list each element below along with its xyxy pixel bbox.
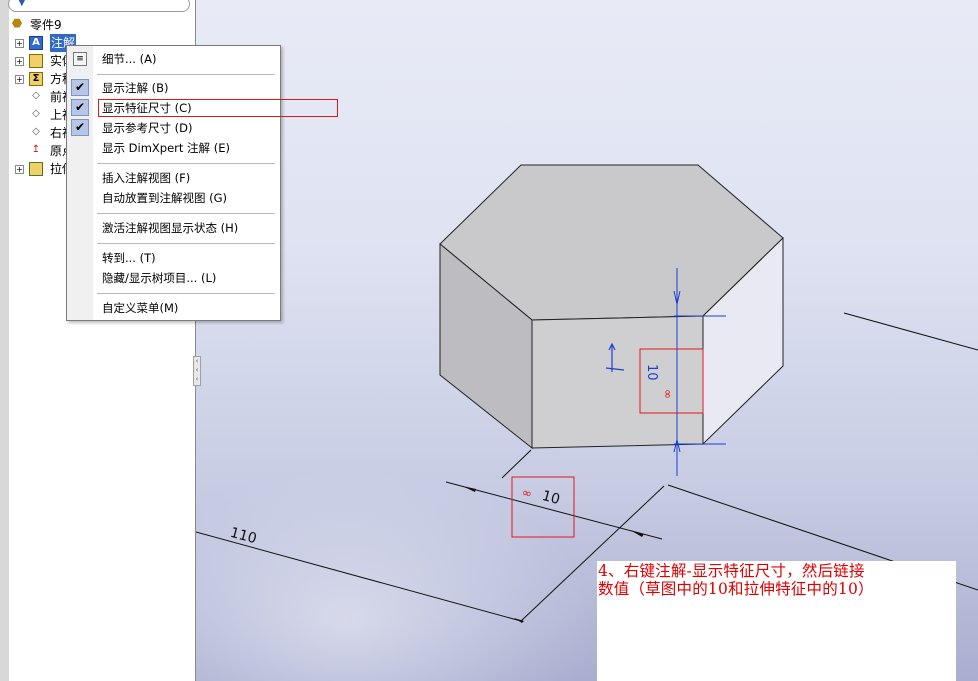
menu-item-details[interactable]: ≡ 细节... (A) <box>67 49 280 69</box>
origin-icon: ↥ <box>31 144 41 155</box>
filter-icon[interactable]: ▼ <box>18 0 26 8</box>
part-icon: ⬣ <box>11 16 23 30</box>
expand-icon[interactable]: + <box>15 57 24 66</box>
instruction-line-1: 4、右键注解-显示特征尺寸，然后链接 <box>598 562 865 580</box>
menu-item-label: 插入注解视图 (F) <box>102 171 191 185</box>
sketch-edge-far <box>843 312 978 351</box>
plane-icon: ◇ <box>32 108 40 119</box>
menu-separator <box>97 293 275 294</box>
annotations-icon: A <box>29 36 43 50</box>
menu-highlight-box <box>98 99 338 117</box>
menu-item-show-dimxpert[interactable]: 显示 DimXpert 注解 (E) <box>67 138 280 158</box>
checkmark-icon: ✔ <box>71 79 89 96</box>
height-link-symbol: ∞ <box>661 389 675 399</box>
menu-separator <box>97 243 275 244</box>
menu-separator <box>97 74 275 75</box>
tree-filter-bar[interactable]: ▼ <box>8 0 190 12</box>
expand-icon[interactable]: + <box>15 165 24 174</box>
instruction-text: 4、右键注解-显示特征尺寸，然后链接 数值（草图中的10和拉伸特征中的10） <box>598 562 955 598</box>
instruction-line-2: 数值（草图中的10和拉伸特征中的10） <box>598 580 874 598</box>
menu-item-label: 自定义菜单(M) <box>102 301 179 315</box>
tree-root-label: 零件9 <box>30 18 62 32</box>
plane-icon: ◇ <box>32 90 40 101</box>
menu-item-auto-place[interactable]: 自动放置到注解视图 (G) <box>67 188 280 208</box>
menu-item-label: 显示 DimXpert 注解 (E) <box>102 141 230 155</box>
instruction-note: 4、右键注解-显示特征尺寸，然后链接 数值（草图中的10和拉伸特征中的10） <box>597 561 956 681</box>
annotations-context-menu: ≡ 细节... (A) ✔ 显示注解 (B) ✔ 显示特征尺寸 (C) ✔ 显示… <box>66 45 338 321</box>
checkmark-icon: ✔ <box>71 99 89 116</box>
menu-item-show-annotations[interactable]: ✔ 显示注解 (B) <box>67 78 280 98</box>
menu-item-label: 自动放置到注解视图 (G) <box>102 191 228 205</box>
plane-icon: ◇ <box>32 126 40 137</box>
solid-bodies-icon <box>29 54 43 68</box>
menu-item-label: 显示参考尺寸 (D) <box>102 121 193 135</box>
menu-item-label: 转到... (T) <box>102 251 156 265</box>
menu-item-label: 显示注解 (B) <box>102 81 169 95</box>
expand-icon[interactable]: + <box>15 75 24 84</box>
menu-item-hide-show-tree[interactable]: 隐藏/显示树项目... (L) <box>67 268 280 288</box>
checkmark-icon: ✔ <box>71 119 89 136</box>
menu-item-customize-menu[interactable]: 自定义菜单(M) <box>67 298 280 318</box>
menu-item-go-to[interactable]: 转到... (T) <box>67 248 280 268</box>
menu-separator <box>97 163 275 164</box>
extrude-icon <box>29 162 43 176</box>
equations-icon: Σ <box>29 72 43 86</box>
tree-gutter <box>0 0 9 681</box>
hex-prism <box>439 164 784 450</box>
solidworks-window: 10 ∞ 10 ∞ 110 ▼ ⬣ 零件9 + A 注解 + 实体 + Σ 方程… <box>0 0 978 681</box>
menu-separator <box>97 213 275 214</box>
menu-item-insert-annotation-view[interactable]: 插入注解视图 (F) <box>67 168 280 188</box>
menu-item-activate-display-state[interactable]: 激活注解视图显示状态 (H) <box>67 218 280 238</box>
menu-item-show-reference-dimensions[interactable]: ✔ 显示参考尺寸 (D) <box>67 118 280 138</box>
panel-resize-grip[interactable]: ‹ ‹ ‹ <box>193 356 201 386</box>
height-dimension-value[interactable]: 10 <box>644 364 659 381</box>
menu-item-label: 隐藏/显示树项目... (L) <box>102 271 217 285</box>
menu-item-label: 激活注解视图显示状态 (H) <box>102 221 239 235</box>
expand-icon[interactable]: + <box>15 39 24 48</box>
details-icon: ≡ <box>73 52 87 66</box>
menu-item-label: 细节... (A) <box>102 52 157 66</box>
